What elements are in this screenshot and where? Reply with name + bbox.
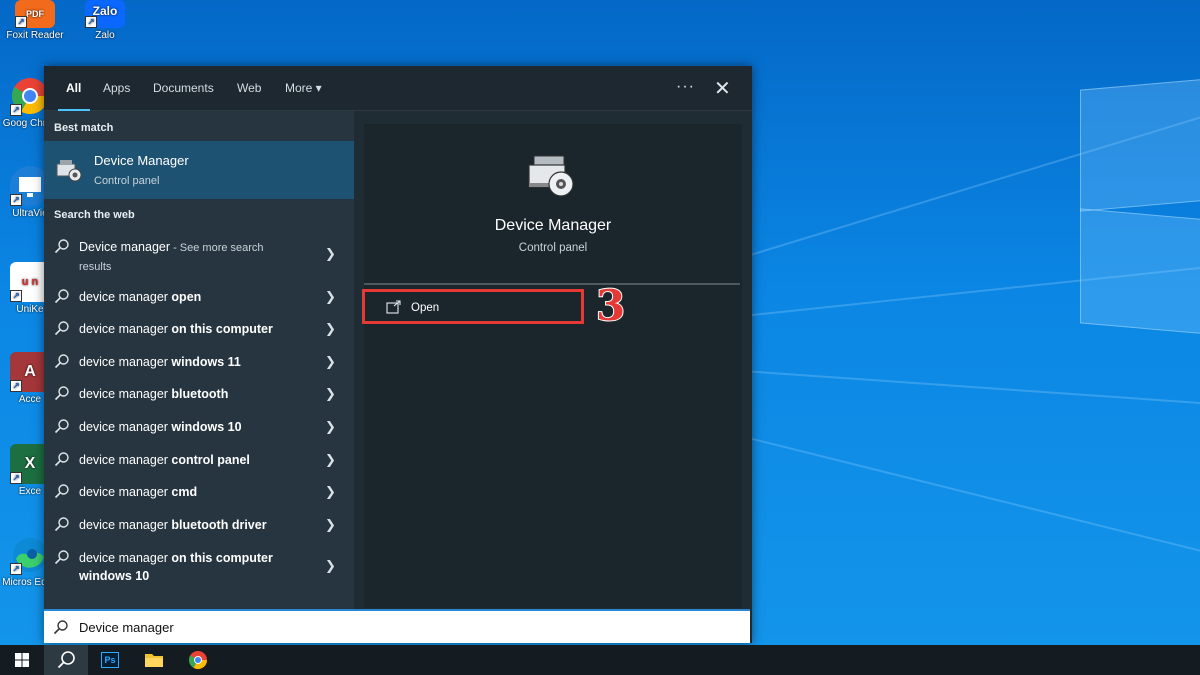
- preview-title: Device Manager: [494, 217, 612, 234]
- search-icon: [54, 419, 69, 434]
- web-result-bold: open: [171, 290, 202, 304]
- search-icon: [54, 239, 69, 254]
- search-icon: [54, 517, 69, 532]
- folder-icon: [145, 654, 163, 667]
- web-result-bold: control panel: [171, 453, 250, 467]
- search-icon: [53, 620, 68, 635]
- best-match-device-manager[interactable]: Device Manager Control panel: [44, 141, 354, 199]
- search-tabs: All Apps Documents Web More ▾ ··· ✕: [44, 66, 752, 111]
- web-result-text: Device manager: [79, 240, 171, 254]
- search-icon: [54, 354, 69, 369]
- search-input-value: Device manager: [79, 620, 174, 635]
- chevron-right-icon: ❯: [325, 419, 336, 434]
- shortcut-arrow-icon: ↗: [10, 104, 22, 116]
- web-result-text: device manager: [79, 322, 172, 336]
- web-result-text: device manager: [79, 518, 172, 532]
- chevron-right-icon: ❯: [325, 354, 336, 369]
- shortcut-arrow-icon: ↗: [10, 380, 22, 392]
- web-result-suffix: - See more search: [170, 242, 264, 254]
- desktop-icon-label: Foxit Reader: [6, 30, 64, 41]
- windows-logo-icon: [15, 653, 29, 667]
- preview-pane: Device Manager Control panel Open: [364, 124, 742, 608]
- shortcut-arrow-icon: ↗: [85, 16, 97, 28]
- best-match-subtitle: Control panel: [94, 175, 160, 187]
- taskbar: Ps: [0, 645, 1200, 675]
- search-icon: [57, 651, 75, 669]
- web-result-bold: windows 11: [171, 355, 241, 369]
- shortcut-arrow-icon: ↗: [10, 194, 22, 206]
- web-result-text: device manager: [79, 551, 172, 565]
- search-icon: [54, 289, 69, 304]
- desktop-icon-foxit[interactable]: PDF ↗ Foxit Reader: [0, 0, 70, 41]
- web-result-bold: bluetooth: [171, 387, 229, 401]
- preview-subtitle: Control panel: [518, 242, 588, 254]
- web-result-bold: windows 10: [79, 569, 150, 583]
- web-result-text: device manager: [79, 290, 172, 304]
- best-match-heading: Best match: [54, 122, 114, 134]
- web-result-bold: bluetooth driver: [171, 518, 267, 532]
- web-result-text: device manager: [79, 355, 172, 369]
- chevron-right-icon: ❯: [325, 517, 336, 532]
- windows-logo-pane: [1080, 78, 1200, 212]
- start-search-panel: All Apps Documents Web More ▾ ··· ✕ Best…: [44, 66, 752, 643]
- tab-more[interactable]: More ▾: [285, 81, 322, 95]
- search-icon: [54, 484, 69, 499]
- shortcut-arrow-icon: ↗: [15, 16, 27, 28]
- zalo-icon: Zalo ↗: [85, 0, 125, 28]
- device-manager-icon: [56, 160, 82, 182]
- web-result-bold: on this computer: [171, 551, 273, 565]
- file-explorer-button[interactable]: [132, 645, 176, 675]
- chevron-right-icon: ❯: [325, 289, 336, 304]
- desktop-icon-label: Zalo: [95, 30, 115, 41]
- shortcut-arrow-icon: ↗: [10, 563, 22, 575]
- web-result-text: device manager: [79, 387, 172, 401]
- web-result-text: device manager: [79, 420, 172, 434]
- search-icon: [54, 550, 69, 565]
- more-options-icon[interactable]: ···: [676, 78, 695, 96]
- open-external-icon: [386, 300, 401, 314]
- tab-documents[interactable]: Documents: [153, 81, 214, 95]
- open-label: Open: [411, 302, 440, 314]
- tab-apps[interactable]: Apps: [103, 81, 130, 95]
- web-result-subtext: results: [79, 261, 112, 273]
- device-manager-icon: [528, 155, 574, 197]
- best-match-title: Device Manager: [94, 153, 189, 168]
- chevron-right-icon: ❯: [325, 321, 336, 336]
- close-icon[interactable]: ✕: [714, 76, 731, 101]
- web-result-bold: cmd: [171, 485, 198, 499]
- web-result-bold: on this computer: [171, 322, 273, 336]
- open-button[interactable]: Open: [364, 292, 742, 322]
- foxit-pdf-icon: PDF ↗: [15, 0, 55, 28]
- tab-all[interactable]: All: [66, 81, 81, 95]
- chevron-right-icon: ❯: [325, 452, 336, 467]
- photoshop-icon: Ps: [101, 652, 119, 668]
- chevron-right-icon: ❯: [325, 558, 336, 573]
- chevron-right-icon: ❯: [325, 484, 336, 499]
- chevron-right-icon: ❯: [325, 386, 336, 401]
- results-list: Best match Device Manager Control panel …: [44, 111, 354, 643]
- chevron-right-icon: ❯: [325, 246, 336, 261]
- web-result-text: device manager: [79, 453, 172, 467]
- windows-logo-pane: [1080, 208, 1200, 335]
- search-web-heading: Search the web: [54, 209, 135, 221]
- search-icon: [54, 321, 69, 336]
- shortcut-arrow-icon: ↗: [10, 290, 22, 302]
- start-button[interactable]: [0, 645, 44, 675]
- step-number-label: 3: [595, 281, 626, 331]
- web-result-text: device manager: [79, 485, 172, 499]
- desktop-icon-zalo[interactable]: Zalo ↗ Zalo: [70, 0, 140, 41]
- photoshop-button[interactable]: Ps: [88, 645, 132, 675]
- search-icon: [54, 386, 69, 401]
- chrome-icon: [188, 651, 207, 670]
- tab-web[interactable]: Web: [237, 81, 261, 95]
- web-result-bold: windows 10: [171, 420, 242, 434]
- preview-divider: [364, 283, 740, 285]
- search-input[interactable]: Device manager: [44, 609, 750, 643]
- search-button[interactable]: [44, 645, 88, 675]
- shortcut-arrow-icon: ↗: [10, 472, 22, 484]
- search-icon: [54, 452, 69, 467]
- chrome-button[interactable]: [176, 645, 220, 675]
